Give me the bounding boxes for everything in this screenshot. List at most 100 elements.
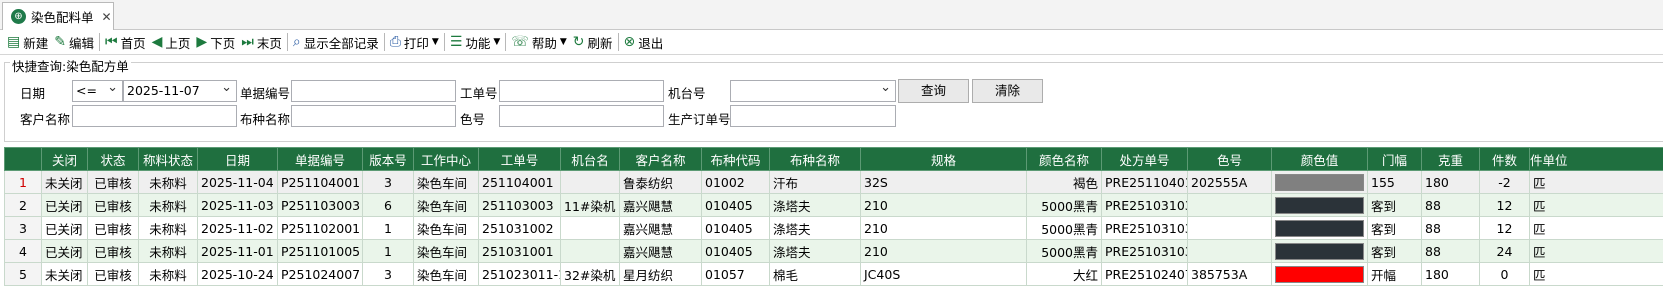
unit-cell[interactable]: 匹 — [1529, 262, 1663, 286]
table-row[interactable]: 3 已关闭 已审核 未称料 2025-11-02 P251102001 1 染色车间 25103… — [4, 216, 1663, 240]
customer-input[interactable] — [72, 105, 237, 127]
color-swatch-cell[interactable] — [1271, 193, 1368, 217]
fabric-code-cell[interactable]: 010405 — [701, 239, 770, 263]
qty-cell[interactable]: 12 — [1479, 193, 1530, 217]
machine-select[interactable] — [730, 78, 896, 102]
show-all-button[interactable]: ⌕ 显示全部记录 — [290, 31, 382, 53]
machine-cell[interactable] — [560, 170, 620, 194]
date-cell[interactable]: 2025-10-24 — [197, 262, 278, 286]
close-state-cell[interactable]: 已关闭 — [41, 239, 88, 263]
work-no-cell[interactable]: 251103003 — [478, 193, 561, 217]
column-header[interactable]: 克重 — [1421, 147, 1480, 171]
weigh-status-cell[interactable]: 未称料 — [138, 239, 198, 263]
weigh-status-cell[interactable]: 未称料 — [138, 170, 198, 194]
column-header[interactable]: 门幅 — [1367, 147, 1422, 171]
customer-cell[interactable]: 星月纺织 — [619, 262, 702, 286]
work-no-cell[interactable]: 251104001 — [478, 170, 561, 194]
weigh-status-cell[interactable]: 未称料 — [138, 216, 198, 240]
next-page-button[interactable]: ▶ 下页 — [193, 31, 238, 53]
prescription-no-cell[interactable]: PRE25110401 — [1101, 170, 1188, 194]
qty-cell[interactable]: 24 — [1479, 239, 1530, 263]
gsm-cell[interactable]: 88 — [1421, 216, 1480, 240]
doc-no-cell[interactable]: P251024007 — [277, 262, 363, 286]
gsm-cell[interactable]: 180 — [1421, 262, 1480, 286]
close-state-cell[interactable]: 已关闭 — [41, 193, 88, 217]
status-cell[interactable]: 已审核 — [87, 216, 139, 240]
machine-cell[interactable]: 11#染机 — [560, 193, 620, 217]
fabric-name-cell[interactable]: 汗布 — [769, 170, 861, 194]
function-menu-button[interactable]: ☰ 功能 ▼ — [447, 31, 504, 53]
customer-cell[interactable]: 鲁泰纺织 — [619, 170, 702, 194]
unit-cell[interactable]: 匹 — [1529, 216, 1663, 240]
spec-cell[interactable]: 210 — [860, 193, 1027, 217]
date-cell[interactable]: 2025-11-04 — [197, 170, 278, 194]
table-row[interactable]: 1 未关闭 已审核 未称料 2025-11-04 P251104001 3 染色车间 25110… — [4, 170, 1663, 194]
refresh-button[interactable]: ↻ 刷新 — [570, 31, 616, 53]
work-no-cell[interactable]: 251031002 — [478, 216, 561, 240]
fabric-code-cell[interactable]: 010405 — [701, 216, 770, 240]
column-header[interactable]: 颜色名称 — [1026, 147, 1102, 171]
print-button[interactable]: ⎙ 打印 ▼ — [387, 31, 442, 53]
prescription-no-cell[interactable]: PRE25103103 — [1101, 216, 1188, 240]
color-name-cell[interactable]: 大红 — [1026, 262, 1102, 286]
column-header[interactable]: 关闭 — [41, 147, 88, 171]
customer-cell[interactable]: 嘉兴飓慧 — [619, 216, 702, 240]
fabric-name-cell[interactable]: 涤塔夫 — [769, 239, 861, 263]
prescription-no-cell[interactable]: PRE25103103 — [1101, 239, 1188, 263]
exit-button[interactable]: ⊗ 退出 — [621, 31, 667, 53]
version-cell[interactable]: 3 — [362, 170, 414, 194]
table-row[interactable]: 4 已关闭 已审核 未称料 2025-11-01 P251101005 1 染色车间 25103… — [4, 239, 1663, 263]
column-header[interactable]: 客户名称 — [619, 147, 702, 171]
qty-cell[interactable]: 0 — [1479, 262, 1530, 286]
clear-button[interactable]: 清除 — [972, 79, 1043, 103]
work-center-cell[interactable]: 染色车间 — [413, 216, 479, 240]
row-number[interactable]: 4 — [4, 239, 42, 263]
width-cell[interactable]: 客到 — [1367, 216, 1422, 240]
unit-cell[interactable]: 匹 — [1529, 170, 1663, 194]
customer-cell[interactable]: 嘉兴飓慧 — [619, 239, 702, 263]
date-cell[interactable]: 2025-11-02 — [197, 216, 278, 240]
color-no-cell[interactable] — [1187, 239, 1272, 263]
status-cell[interactable]: 已审核 — [87, 239, 139, 263]
date-picker[interactable]: 2025-11-07 — [123, 78, 237, 102]
status-cell[interactable]: 已审核 — [87, 170, 139, 194]
version-cell[interactable]: 1 — [362, 216, 414, 240]
column-header[interactable]: 处方单号 — [1101, 147, 1188, 171]
close-state-cell[interactable]: 未关闭 — [41, 262, 88, 286]
work-no-cell[interactable]: 251031001 — [478, 239, 561, 263]
prescription-no-cell[interactable]: PRE25103103 — [1101, 193, 1188, 217]
fabric-name-cell[interactable]: 涤塔夫 — [769, 216, 861, 240]
gsm-cell[interactable]: 180 — [1421, 170, 1480, 194]
spec-cell[interactable]: 210 — [860, 239, 1027, 263]
column-header[interactable]: 称料状态 — [138, 147, 198, 171]
column-header[interactable]: 状态 — [87, 147, 139, 171]
machine-cell[interactable]: 32#染机 — [560, 262, 620, 286]
color-name-cell[interactable]: 5000黑青 — [1026, 216, 1102, 240]
work-no-input[interactable] — [499, 80, 664, 102]
width-cell[interactable]: 155 — [1367, 170, 1422, 194]
spec-cell[interactable]: JC40S — [860, 262, 1027, 286]
gsm-cell[interactable]: 88 — [1421, 239, 1480, 263]
width-cell[interactable]: 客到 — [1367, 193, 1422, 217]
spec-cell[interactable]: 210 — [860, 216, 1027, 240]
color-no-cell[interactable] — [1187, 216, 1272, 240]
column-header[interactable]: 布种代码 — [701, 147, 770, 171]
fabric-name-cell[interactable]: 涤塔夫 — [769, 193, 861, 217]
version-cell[interactable]: 3 — [362, 262, 414, 286]
version-cell[interactable]: 6 — [362, 193, 414, 217]
help-menu-button[interactable]: ☏ 帮助 ▼ — [508, 31, 569, 53]
order-no-input[interactable] — [730, 105, 896, 127]
color-swatch-cell[interactable] — [1271, 170, 1368, 194]
weigh-status-cell[interactable]: 未称料 — [138, 262, 198, 286]
column-header[interactable]: 版本号 — [362, 147, 414, 171]
date-cell[interactable]: 2025-11-03 — [197, 193, 278, 217]
version-cell[interactable]: 1 — [362, 239, 414, 263]
close-state-cell[interactable]: 已关闭 — [41, 216, 88, 240]
work-center-cell[interactable]: 染色车间 — [413, 239, 479, 263]
column-header[interactable]: 规格 — [860, 147, 1027, 171]
column-header[interactable]: 件数 — [1479, 147, 1530, 171]
color-name-cell[interactable]: 褐色 — [1026, 170, 1102, 194]
search-button[interactable]: 查询 — [898, 79, 969, 103]
column-header[interactable]: 色号 — [1187, 147, 1272, 171]
first-page-button[interactable]: ⏮ 首页 — [102, 31, 149, 53]
